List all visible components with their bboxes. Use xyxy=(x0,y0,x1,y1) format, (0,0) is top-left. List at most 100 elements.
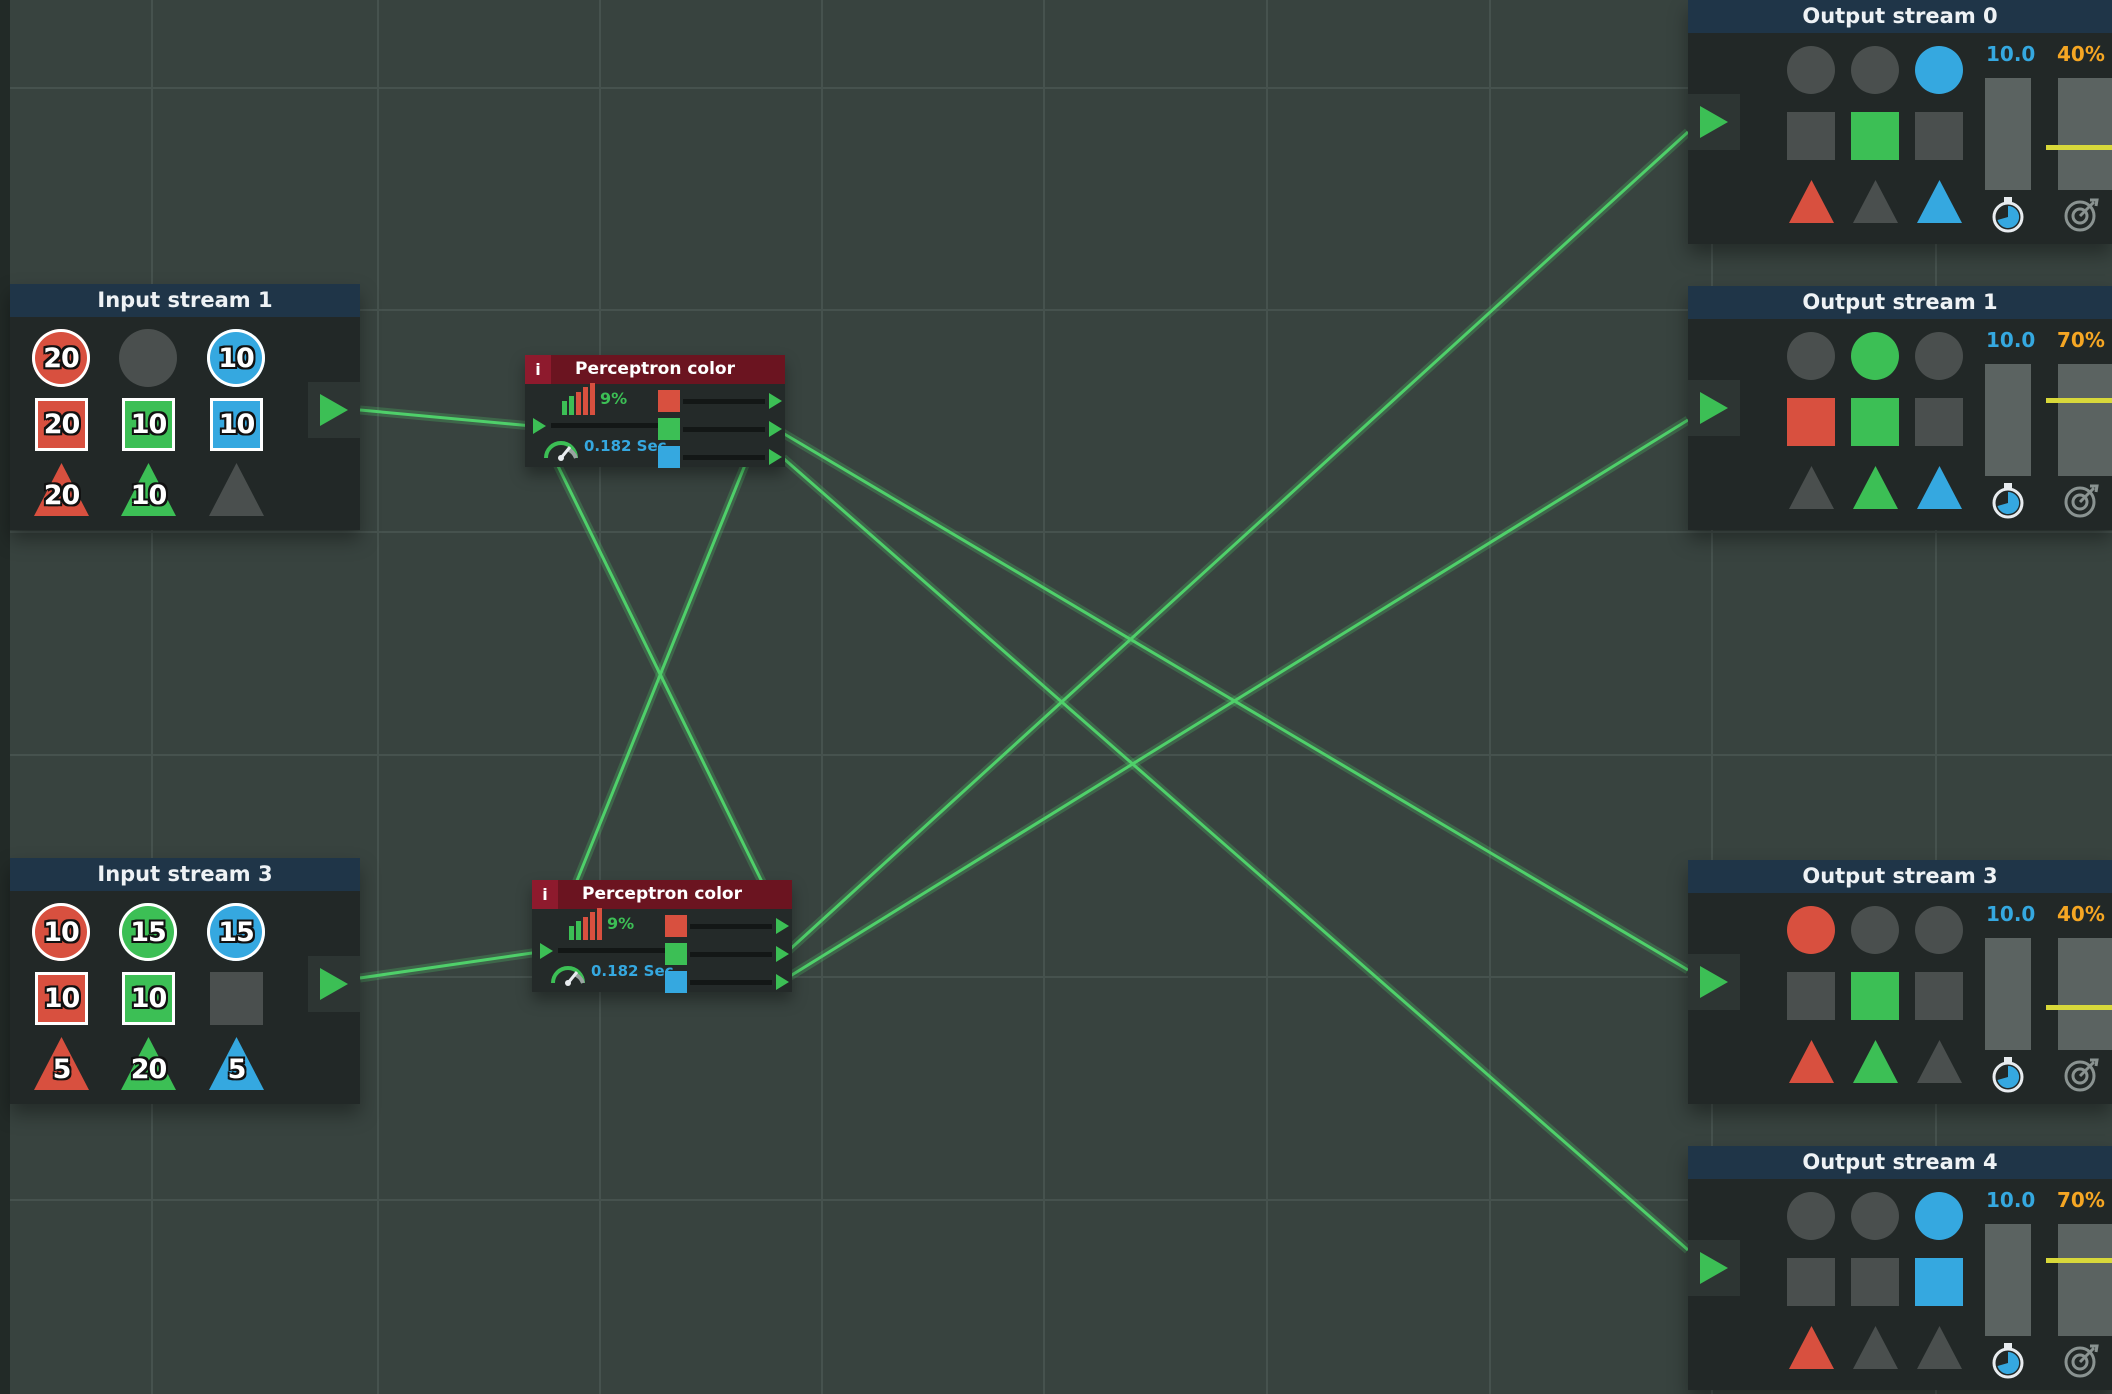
accuracy-histogram-icon xyxy=(562,383,595,415)
output-port[interactable] xyxy=(769,421,782,437)
token-square: 10 xyxy=(35,972,88,1025)
token-square xyxy=(1787,112,1835,160)
perceptron-node[interactable]: Perceptron color i 9% 0.182 Sec xyxy=(532,880,792,993)
output-port[interactable] xyxy=(769,449,782,465)
token-triangle xyxy=(207,461,266,518)
goal-percent-value: 40% xyxy=(2057,42,2105,66)
target-icon xyxy=(2064,484,2099,518)
token-triangle xyxy=(1787,1324,1836,1371)
play-button[interactable] xyxy=(1688,1240,1740,1296)
token-triangle xyxy=(1915,1324,1964,1371)
left-edge-bar xyxy=(0,0,10,1394)
node-title: Output stream 4 xyxy=(1688,1146,2112,1179)
token-triangle: 5 xyxy=(207,1035,266,1092)
input-port[interactable] xyxy=(533,418,546,434)
output-port[interactable] xyxy=(776,918,789,934)
input-stream-node[interactable]: Input stream 1 20 10 20 10 10 20 10 xyxy=(10,284,360,530)
info-button[interactable]: i xyxy=(525,355,551,384)
input-track xyxy=(551,423,659,428)
token-count: 10 xyxy=(130,480,168,512)
token-count: 10 xyxy=(130,409,168,440)
goal-gauge-bar xyxy=(2058,78,2112,190)
token-circle xyxy=(1787,332,1835,380)
token-circle: 15 xyxy=(207,903,265,961)
output-stream-node[interactable]: Output stream 0 10.0 40% xyxy=(1688,0,2112,244)
token-count: 10 xyxy=(218,409,256,440)
token-circle xyxy=(1787,46,1835,94)
goal-marker xyxy=(2046,1005,2112,1010)
token-circle xyxy=(1787,906,1835,954)
play-button[interactable] xyxy=(1688,380,1740,436)
time-gauge-bar xyxy=(1985,1224,2031,1336)
play-icon xyxy=(1700,392,1728,424)
token-square xyxy=(1787,398,1835,446)
input-track xyxy=(558,948,666,953)
input-port[interactable] xyxy=(540,943,553,959)
speedometer-icon xyxy=(544,441,578,461)
node-title: Output stream 0 xyxy=(1688,0,2112,33)
token-square: 10 xyxy=(210,398,263,451)
triangle-shape xyxy=(1917,180,1962,223)
output-port[interactable] xyxy=(776,946,789,962)
token-triangle xyxy=(1915,464,1964,511)
token-count: 15 xyxy=(130,916,167,948)
time-limit-value: 10.0 xyxy=(1986,1188,2036,1212)
output-track xyxy=(690,952,772,957)
output-track xyxy=(690,980,772,985)
token-triangle xyxy=(1915,178,1964,225)
triangle-shape xyxy=(1917,1040,1962,1083)
token-square xyxy=(1915,398,1963,446)
token-count: 10 xyxy=(218,342,255,374)
token-circle xyxy=(1915,906,1963,954)
token-triangle: 10 xyxy=(119,461,178,518)
token-square xyxy=(1851,972,1899,1020)
token-circle xyxy=(119,329,177,387)
play-button[interactable] xyxy=(308,956,360,1012)
play-button[interactable] xyxy=(1688,94,1740,150)
play-button[interactable] xyxy=(1688,954,1740,1010)
triangle-shape xyxy=(209,463,264,516)
token-square xyxy=(1915,1258,1963,1306)
token-triangle xyxy=(1787,1038,1836,1085)
output-stream-node[interactable]: Output stream 4 10.0 70% xyxy=(1688,1146,2112,1390)
node-editor-canvas[interactable]: Input stream 1 20 10 20 10 10 20 10 Input stream… xyxy=(0,0,2112,1394)
accuracy-histogram-icon xyxy=(569,908,602,940)
accuracy-value: 9% xyxy=(600,389,628,408)
output-stream-node[interactable]: Output stream 3 10.0 40% xyxy=(1688,860,2112,1104)
goal-gauge-bar xyxy=(2058,364,2112,476)
stopwatch-icon xyxy=(1992,1057,2024,1093)
token-triangle: 20 xyxy=(119,1035,178,1092)
input-stream-node[interactable]: Input stream 3 10 15 15 10 10 5 20 5 xyxy=(10,858,360,1104)
node-title: Output stream 3 xyxy=(1688,860,2112,893)
connection-wire[interactable] xyxy=(359,408,533,428)
token-count: 20 xyxy=(43,342,80,374)
play-button[interactable] xyxy=(308,382,360,438)
output-port[interactable] xyxy=(776,974,789,990)
time-gauge-bar xyxy=(1985,938,2031,1050)
info-button[interactable]: i xyxy=(532,880,558,909)
output-stream-node[interactable]: Output stream 1 10.0 70% xyxy=(1688,286,2112,530)
output-track xyxy=(683,427,765,432)
token-circle: 10 xyxy=(32,903,90,961)
time-limit-value: 10.0 xyxy=(1986,328,2036,352)
token-square: 10 xyxy=(122,972,175,1025)
play-icon xyxy=(320,968,348,1000)
token-square: 20 xyxy=(35,398,88,451)
node-title: Output stream 1 xyxy=(1688,286,2112,319)
output-track xyxy=(683,399,765,404)
output-port[interactable] xyxy=(769,393,782,409)
triangle-shape xyxy=(1853,466,1898,509)
connection-wire[interactable] xyxy=(785,130,1690,954)
output-color-red xyxy=(665,915,687,937)
token-circle xyxy=(1851,1192,1899,1240)
connection-wire[interactable] xyxy=(572,464,747,889)
connection-wire[interactable] xyxy=(782,456,1689,1252)
perceptron-node[interactable]: Perceptron color i 9% 0.182 Sec xyxy=(525,355,785,468)
triangle-shape xyxy=(1853,1326,1898,1369)
triangle-shape xyxy=(1789,466,1834,509)
token-triangle xyxy=(1851,1324,1900,1371)
play-icon xyxy=(320,394,348,426)
connection-wire[interactable] xyxy=(359,950,540,980)
token-count: 10 xyxy=(130,983,168,1014)
output-track xyxy=(683,455,765,460)
